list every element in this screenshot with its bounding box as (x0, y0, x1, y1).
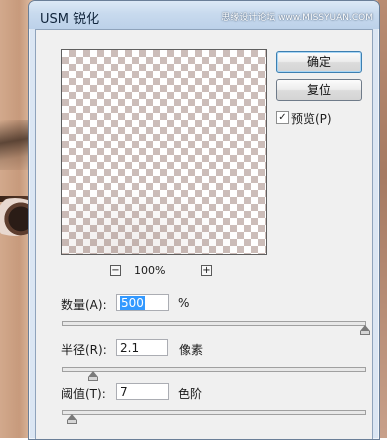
preview-image-shade (62, 174, 266, 254)
threshold-input[interactable]: 7 (116, 383, 169, 400)
threshold-unit: 色阶 (178, 387, 203, 401)
zoom-in-button[interactable]: + (201, 265, 212, 276)
amount-input[interactable]: 500 (116, 294, 169, 311)
preview-checkbox[interactable]: ✓ (276, 111, 289, 124)
radius-unit: 像素 (179, 343, 204, 357)
threshold-label: 阈值(T): (61, 387, 106, 401)
dialog-title: USM 锐化 (40, 12, 100, 27)
amount-slider-track[interactable] (62, 321, 366, 326)
ok-button[interactable]: 确定 (276, 51, 362, 73)
radius-label: 半径(R): (61, 343, 107, 357)
amount-unit: % (178, 296, 190, 310)
preview-checkbox-label: 预览(P) (291, 112, 332, 126)
preview-pane[interactable] (61, 49, 267, 255)
threshold-slider-track[interactable] (62, 410, 366, 415)
usm-sharpen-dialog: USM 锐化 思缘设计论坛 www.MISSYUAN.COM − 100% + … (28, 0, 380, 440)
title-bar[interactable]: USM 锐化 思缘设计论坛 www.MISSYUAN.COM (29, 1, 379, 29)
zoom-level: 100% (134, 264, 166, 277)
amount-value: 500 (120, 296, 145, 310)
amount-label: 数量(A): (61, 298, 107, 312)
reset-button[interactable]: 复位 (276, 79, 362, 101)
radius-input[interactable]: 2.1 (116, 339, 168, 356)
dialog-body: − 100% + 确定 复位 ✓ 预览(P) 数量(A): 500 % 半径(R… (35, 29, 373, 439)
zoom-out-button[interactable]: − (110, 265, 121, 276)
radius-slider-track[interactable] (62, 367, 366, 372)
watermark-text: 思缘设计论坛 www.MISSYUAN.COM (221, 13, 373, 23)
